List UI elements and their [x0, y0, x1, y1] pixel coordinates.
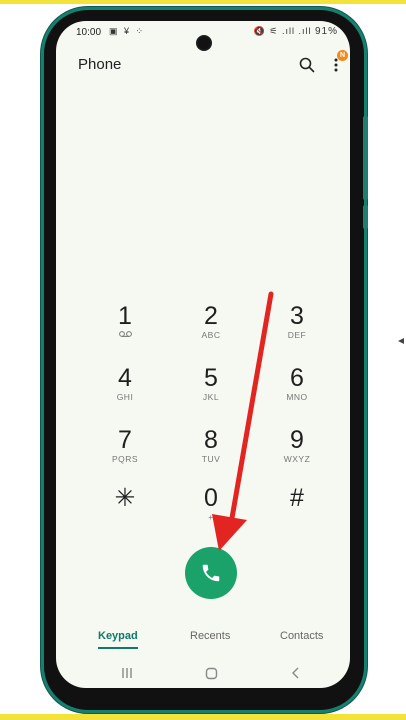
back-icon[interactable]	[291, 667, 301, 679]
tab-contacts[interactable]: Contacts	[280, 630, 323, 642]
call-button[interactable]	[185, 547, 237, 599]
signal-icons: 🔇 ⚟ .ıll .ıll	[253, 26, 312, 36]
key-9[interactable]: 9 WXYZ	[267, 426, 327, 465]
key-letters: MNO	[286, 392, 308, 402]
bottom-tabs: Keypad Recents Contacts	[56, 627, 350, 653]
key-digit: #	[290, 484, 304, 512]
phone-screen: 10:00 ▣ ¥ ⁘ 🔇 ⚟ .ıll .ıll 91% Phone N 1 …	[56, 21, 350, 688]
key-digit: 3	[290, 302, 304, 330]
key-digit: 4	[118, 364, 132, 392]
bottom-banner-strip	[0, 714, 406, 720]
key-letters: GHI	[116, 392, 134, 402]
key-letters: DEF	[287, 330, 307, 340]
key-digit: 2	[204, 302, 218, 330]
key-digit: 6	[290, 364, 304, 392]
key-hash[interactable]: #	[267, 484, 327, 512]
edge-mark	[398, 338, 404, 344]
key-letters: +	[208, 512, 214, 522]
key-digit: 8	[204, 426, 218, 454]
key-0[interactable]: 0 +	[181, 484, 241, 523]
key-letters: JKL	[202, 392, 220, 402]
top-banner-strip	[0, 0, 406, 4]
active-tab-indicator	[98, 647, 138, 649]
recent-apps-icon[interactable]	[121, 667, 133, 679]
key-1[interactable]: 1	[95, 302, 155, 341]
front-camera	[198, 37, 210, 49]
key-4[interactable]: 4 GHI	[95, 364, 155, 403]
page-title: Phone	[78, 56, 122, 73]
battery-level: 91%	[314, 26, 338, 37]
navigation-bar	[56, 661, 350, 688]
tab-keypad[interactable]: Keypad	[98, 630, 138, 642]
notification-icons: ▣ ¥ ⁘	[109, 26, 146, 36]
key-digit: 5	[204, 364, 218, 392]
key-letters: ABC	[201, 330, 221, 340]
volume-button	[363, 116, 368, 200]
voicemail-icon	[118, 331, 132, 337]
key-letters: WXYZ	[283, 454, 311, 464]
key-star[interactable]: ✳	[95, 484, 155, 512]
notification-badge: N	[337, 50, 348, 61]
status-icons: 🔇 ⚟ .ıll .ıll 91%	[254, 26, 338, 37]
key-letters: PQRS	[111, 454, 139, 464]
key-8[interactable]: 8 TUV	[181, 426, 241, 465]
key-digit: 9	[290, 426, 304, 454]
phone-icon	[202, 564, 220, 582]
voicemail-icon-wrap	[95, 330, 155, 341]
key-digit: 7	[118, 426, 132, 454]
search-icon[interactable]	[299, 57, 315, 73]
key-digit: ✳	[114, 484, 136, 512]
key-digit: 1	[118, 302, 132, 330]
key-3[interactable]: 3 DEF	[267, 302, 327, 341]
tab-recents[interactable]: Recents	[190, 630, 230, 642]
key-6[interactable]: 6 MNO	[267, 364, 327, 403]
key-7[interactable]: 7 PQRS	[95, 426, 155, 465]
key-5[interactable]: 5 JKL	[181, 364, 241, 403]
power-button	[363, 205, 368, 229]
key-letters: TUV	[201, 454, 221, 464]
status-time: 10:00	[76, 27, 102, 38]
home-icon[interactable]	[205, 667, 218, 680]
key-digit: 0	[204, 484, 218, 512]
key-2[interactable]: 2 ABC	[181, 302, 241, 341]
